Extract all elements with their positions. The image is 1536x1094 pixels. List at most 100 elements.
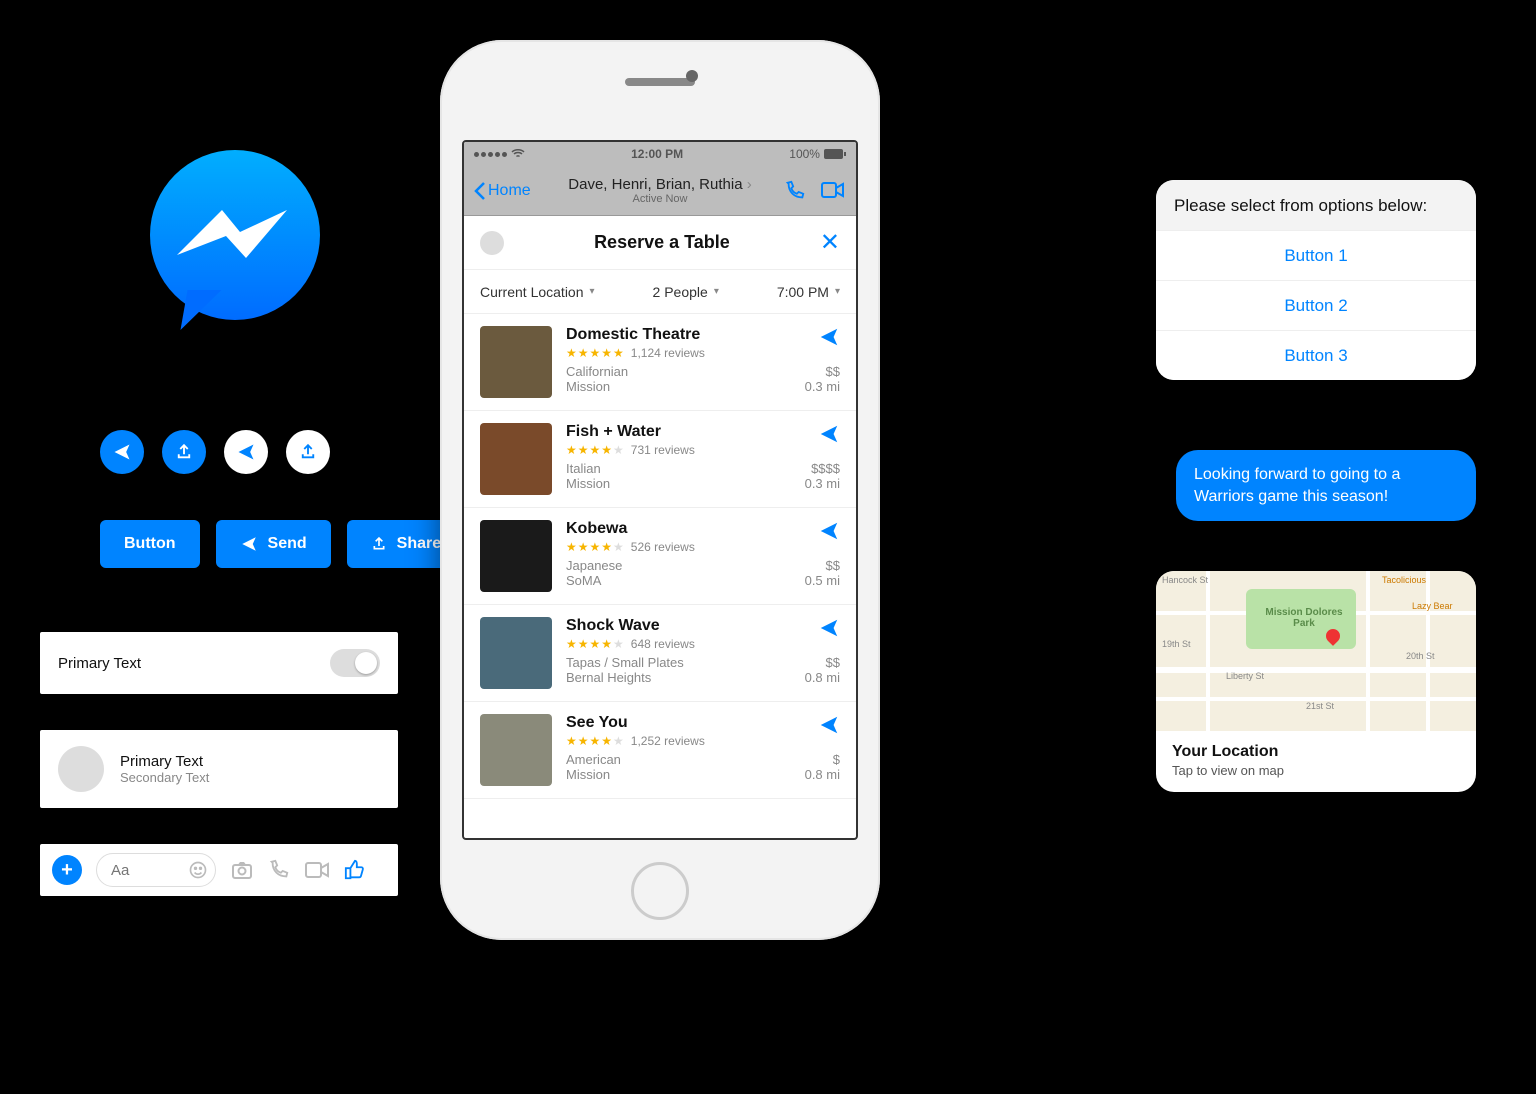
battery-icon [824,149,846,159]
wifi-icon [511,149,525,159]
review-count: 526 reviews [631,540,695,554]
secondary-text: Secondary Text [120,770,209,785]
result-price: $$ [826,655,840,670]
status-battery: 100% [789,147,820,161]
result-distance: 0.8 mi [805,670,840,685]
result-name: Kobewa [566,520,840,538]
star-icon: ★★★★★ [566,540,625,554]
back-button[interactable]: Home [474,182,531,200]
result-row[interactable]: Domestic Theatre★★★★★1,124 reviewsCalifo… [464,314,856,411]
sheet-avatar [480,231,504,255]
filter-location[interactable]: Current Location▾ [480,284,595,300]
result-thumb [480,617,552,689]
messenger-logo [150,150,320,320]
result-distance: 0.8 mi [805,767,840,782]
nav-bar: Home Dave, Henri, Brian, Ruthia › Active… [464,166,856,216]
result-price: $$$$ [811,461,840,476]
filter-time[interactable]: 7:00 PM▾ [777,284,840,300]
result-thumb [480,423,552,495]
message-composer: + [40,844,398,896]
phone-icon[interactable] [784,180,806,202]
send-icon[interactable] [818,326,840,348]
card-prompt: Please select from options below: [1156,180,1476,230]
map-label: Liberty St [1226,671,1264,681]
emoji-icon[interactable] [188,860,208,880]
result-name: Shock Wave [566,617,840,635]
upload-icon-filled[interactable] [162,430,206,474]
options-card: Please select from options below: Button… [1156,180,1476,380]
phone-device: 12:00 PM 100% Home Dave, Henri, Brian, R… [440,40,880,940]
list-item-toggle[interactable]: Primary Text [40,632,398,694]
camera-icon[interactable] [230,858,254,882]
star-icon: ★★★★★ [566,443,625,457]
upload-icon-outline[interactable] [286,430,330,474]
result-row[interactable]: Fish + Water ★★★★★ 731 reviews Italian $$$$ M… [464,411,856,508]
status-bar: 12:00 PM 100% [464,142,856,166]
button-label: Button [124,535,176,553]
result-distance: 0.3 mi [805,476,840,491]
sheet-title: Reserve a Table [504,232,820,253]
result-thumb [480,714,552,786]
plus-icon[interactable]: + [52,855,82,885]
map-label: 21st St [1306,701,1334,711]
send-icon[interactable] [818,520,840,542]
result-cuisine: Italian [566,461,601,476]
result-distance: 0.5 mi [805,573,840,588]
button-label: Share [397,535,441,553]
chat-subtitle: Active Now [568,193,751,205]
map-label: Lazy Bear [1412,601,1453,611]
filter-people[interactable]: 2 People▾ [653,284,719,300]
result-row[interactable]: Shock Wave★★★★★648 reviewsTapas / Small … [464,605,856,702]
card-button[interactable]: Button 3 [1156,330,1476,380]
video-icon[interactable] [304,859,330,881]
bolt-icon [172,210,298,280]
status-time: 12:00 PM [631,147,683,161]
send-icon[interactable] [818,617,840,639]
send-icon[interactable] [818,714,840,736]
map-label: Tacolicious [1382,575,1426,585]
send-icon-outline[interactable] [224,430,268,474]
review-count: 731 reviews [631,443,695,457]
location-title: Your Location [1172,743,1460,761]
phone-icon[interactable] [268,859,290,881]
result-area: Mission [566,476,610,491]
result-price: $ [833,752,840,767]
review-count: 1,252 reviews [631,734,705,748]
result-name: See You [566,714,840,732]
chat-bubble: Looking forward to going to a Warriors g… [1176,450,1476,521]
toggle-switch[interactable] [330,649,380,677]
chevron-down-icon: ▾ [835,286,840,297]
result-row[interactable]: See You ★★★★★ 1,252 reviews American $ Missio… [464,702,856,799]
review-count: 1,124 reviews [631,346,705,360]
send-button[interactable]: Send [216,520,331,568]
result-cuisine: American [566,752,621,767]
send-icon-filled[interactable] [100,430,144,474]
result-distance: 0.3 mi [805,379,840,394]
result-price: $$ [826,364,840,379]
card-button[interactable]: Button 1 [1156,230,1476,280]
map-label: 19th St [1162,639,1191,649]
result-area: Mission [566,379,610,394]
map-preview[interactable]: Hancock St Mission Dolores Park 19th St … [1156,571,1476,731]
location-card[interactable]: Hancock St Mission Dolores Park 19th St … [1156,571,1476,792]
like-icon[interactable] [344,859,366,881]
close-icon[interactable]: ✕ [820,228,840,257]
result-area: SoMA [566,573,601,588]
chevron-down-icon: ▾ [590,286,595,297]
result-thumb [480,520,552,592]
video-icon[interactable] [820,180,846,202]
star-icon: ★★★★★ [566,346,625,360]
result-name: Fish + Water [566,423,840,441]
result-thumb [480,326,552,398]
map-label: 20th St [1406,651,1435,661]
card-button[interactable]: Button 2 [1156,280,1476,330]
home-button[interactable] [631,862,689,920]
star-icon: ★★★★★ [566,734,625,748]
list-item-avatar[interactable]: Primary Text Secondary Text [40,730,398,808]
result-row[interactable]: Kobewa★★★★★526 reviewsJapanese$$SoMA0.5 … [464,508,856,605]
result-area: Mission [566,767,610,782]
map-label: Hancock St [1162,575,1208,585]
button-generic[interactable]: Button [100,520,200,568]
result-cuisine: Californian [566,364,628,379]
send-icon[interactable] [818,423,840,445]
